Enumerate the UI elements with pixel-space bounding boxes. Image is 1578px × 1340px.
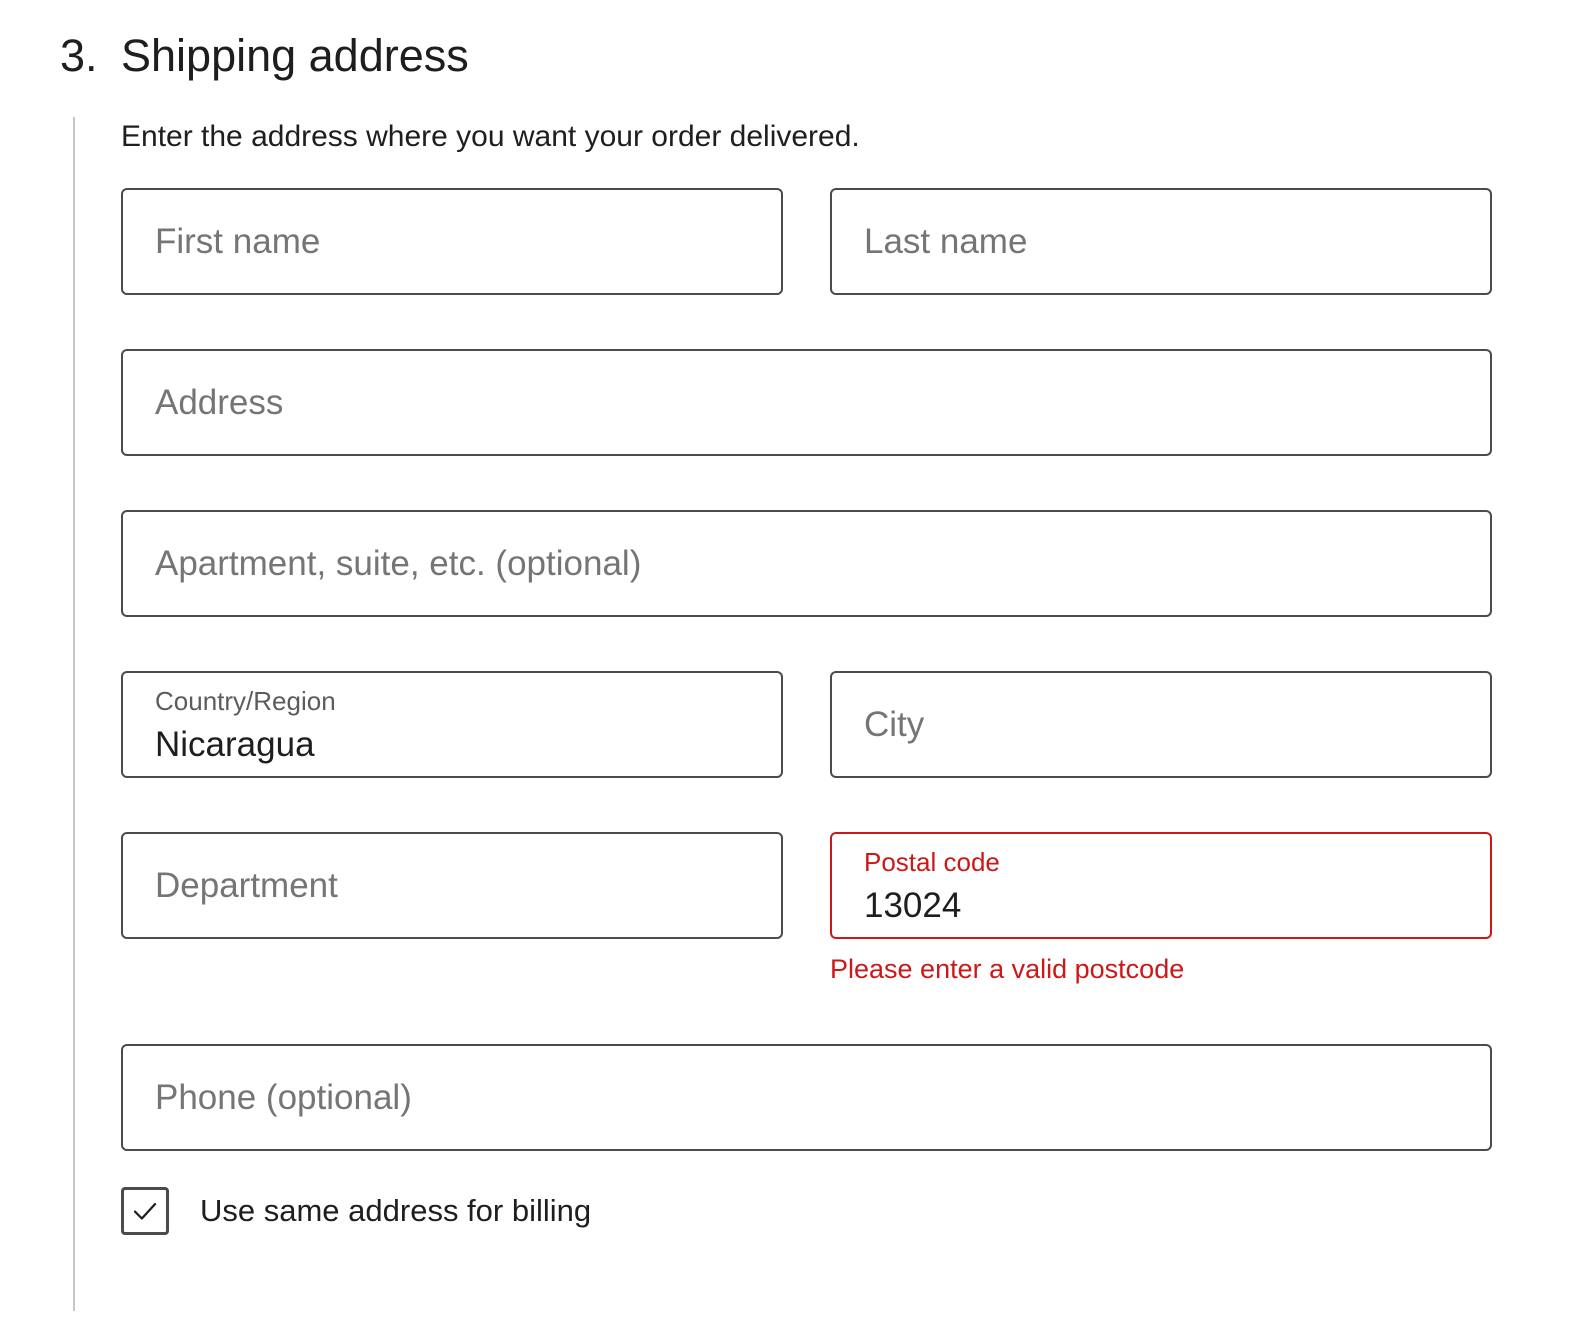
- checkout-shipping-section: 3. Shipping address Enter the address whe…: [0, 0, 1578, 1340]
- phone-field[interactable]: [121, 1044, 1492, 1151]
- department-field[interactable]: [121, 832, 783, 939]
- department-input[interactable]: [155, 834, 761, 937]
- step-heading: 3. Shipping address: [60, 28, 469, 84]
- country-region-value[interactable]: [155, 717, 761, 773]
- step-title: Shipping address: [121, 30, 469, 81]
- postal-code-input[interactable]: [864, 878, 1470, 934]
- checkmark-icon: [133, 1203, 157, 1220]
- last-name-field[interactable]: [830, 188, 1492, 295]
- step-number: 3.: [60, 30, 98, 81]
- city-input[interactable]: [864, 673, 1470, 776]
- postal-code-label: Postal code: [864, 847, 1000, 877]
- country-region-select[interactable]: Country/Region: [121, 671, 783, 778]
- step-progress-rail: [73, 117, 75, 1311]
- same-billing-address-checkbox[interactable]: [121, 1187, 169, 1235]
- address-field[interactable]: [121, 349, 1492, 456]
- postal-code-error-message: Please enter a valid postcode: [830, 954, 1185, 984]
- same-billing-address-option[interactable]: Use same address for billing: [121, 1186, 591, 1236]
- section-description: Enter the address where you want your or…: [121, 120, 860, 153]
- apartment-input[interactable]: [155, 512, 1470, 615]
- same-billing-address-label: Use same address for billing: [200, 1193, 592, 1228]
- city-field[interactable]: [830, 671, 1492, 778]
- apartment-field[interactable]: [121, 510, 1492, 617]
- first-name-input[interactable]: [155, 190, 761, 293]
- country-region-label: Country/Region: [155, 686, 336, 716]
- last-name-input[interactable]: [864, 190, 1470, 293]
- phone-input[interactable]: [155, 1046, 1470, 1149]
- address-input[interactable]: [155, 351, 1470, 454]
- postal-code-field[interactable]: Postal code: [830, 832, 1492, 939]
- first-name-field[interactable]: [121, 188, 783, 295]
